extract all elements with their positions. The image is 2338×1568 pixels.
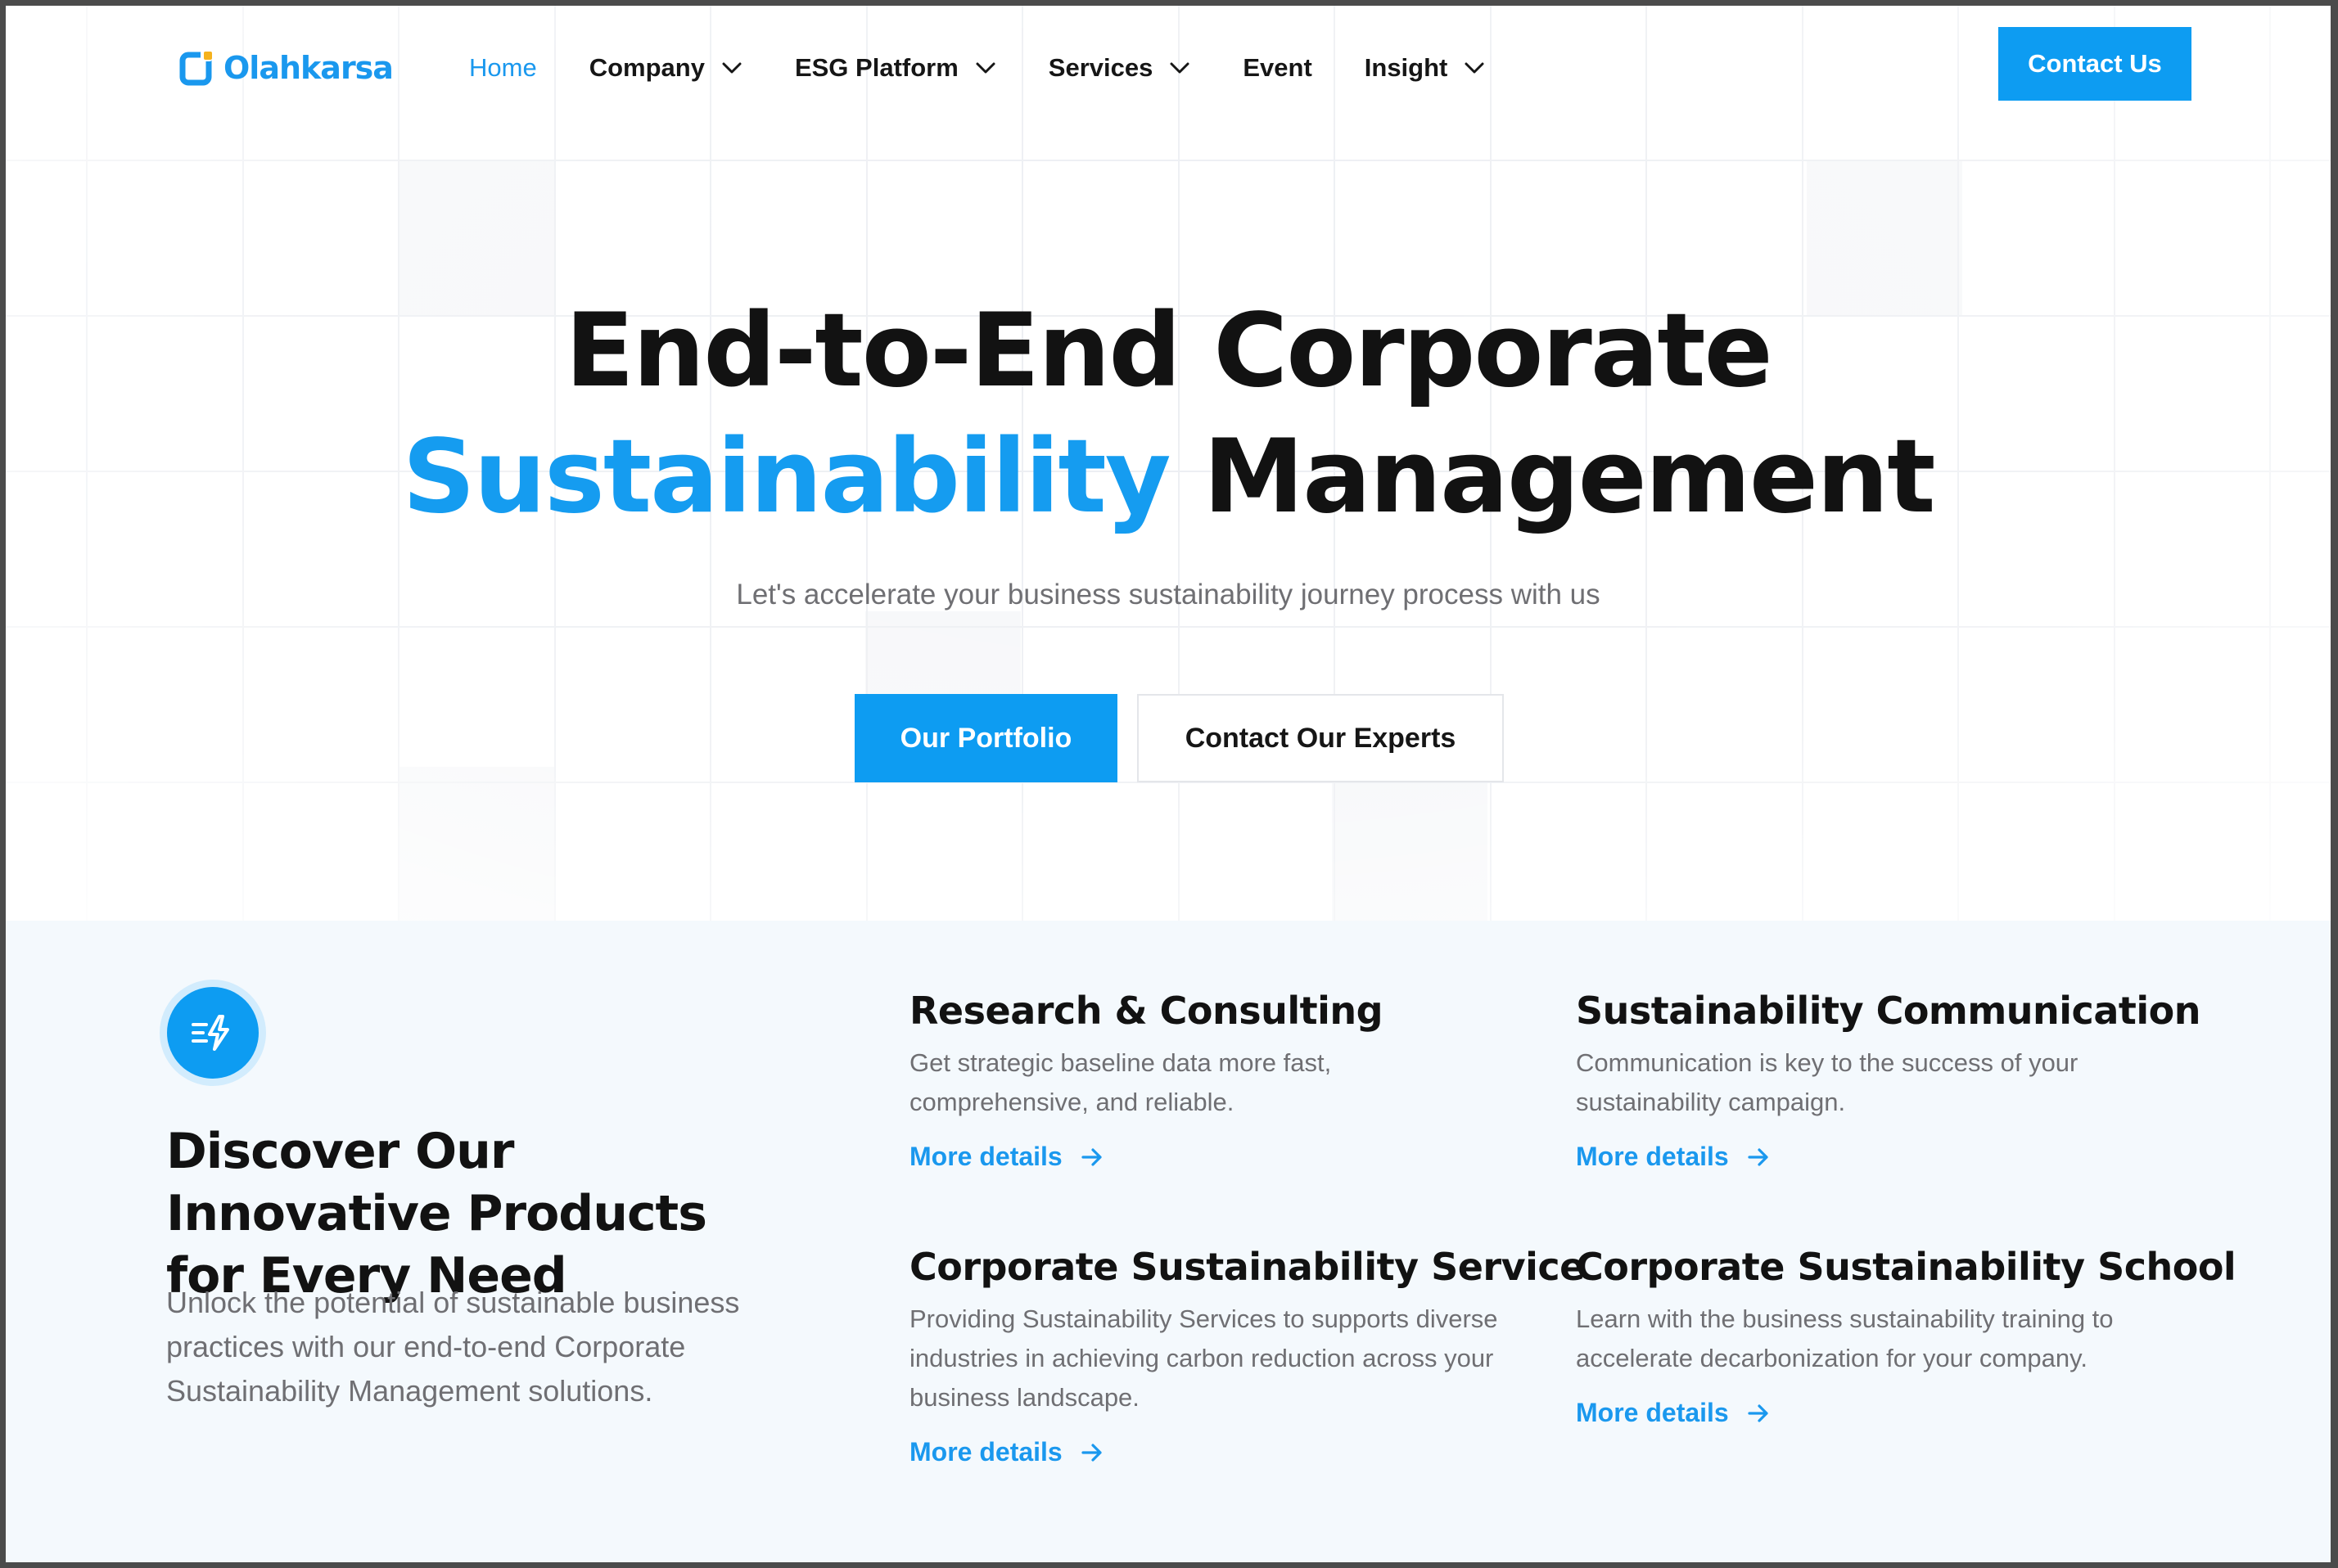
product-card-research-consulting: Research & Consulting Get strategic base… xyxy=(909,986,1532,1172)
nav-item-label: Company xyxy=(589,53,705,82)
top-navbar: Olahkarsa Home Company ESG Platform Serv… xyxy=(6,6,2331,128)
nav-item-label: Services xyxy=(1048,53,1153,82)
card-description: Communication is key to the success of y… xyxy=(1576,1048,2078,1116)
card-description: Providing Sustainability Services to sup… xyxy=(909,1304,1498,1412)
chevron-down-icon xyxy=(976,62,995,74)
more-details-label: More details xyxy=(1576,1142,1729,1171)
hero-title-line-1: End-to-End Corporate xyxy=(565,292,1773,410)
hero-section: End-to-End Corporate Sustainability Mana… xyxy=(6,6,2331,921)
lightning-speed-icon-inner xyxy=(167,987,259,1079)
logo[interactable]: Olahkarsa xyxy=(179,43,394,92)
products-section: Discover Our Innovative Products for Eve… xyxy=(6,921,2331,1562)
nav-item-insight[interactable]: Insight xyxy=(1365,53,1486,83)
card-title: Corporate Sustainability Service xyxy=(909,1245,1585,1289)
card-title: Sustainability Communication xyxy=(1576,989,2200,1033)
card-title: Research & Consulting xyxy=(909,989,1383,1033)
arrow-right-icon xyxy=(1748,1147,1768,1166)
hero-title-line-2: Sustainability Management xyxy=(6,413,2331,541)
card-description: Learn with the business sustainability t… xyxy=(1576,1304,2114,1372)
arrow-right-icon xyxy=(1081,1443,1102,1462)
nav-item-home[interactable]: Home xyxy=(469,53,537,83)
logo-text: Olahkarsa xyxy=(223,50,394,86)
more-details-link[interactable]: More details xyxy=(1576,1398,1770,1428)
chevron-down-icon xyxy=(1170,62,1189,74)
products-description: Unlock the potential of sustainable busi… xyxy=(166,1286,740,1408)
arrow-right-icon xyxy=(1081,1147,1102,1166)
arrow-right-icon xyxy=(1748,1404,1768,1422)
hero-title-rest: Management xyxy=(1169,418,1936,536)
products-heading: Discover Our Innovative Products for Eve… xyxy=(166,1123,707,1304)
product-card-sustainability-communication: Sustainability Communication Communicati… xyxy=(1576,986,2200,1172)
hero-subtitle: Let's accelerate your business sustainab… xyxy=(736,579,1600,611)
nav-item-company[interactable]: Company xyxy=(589,53,742,83)
nav-item-label: Insight xyxy=(1364,53,1448,82)
chevron-down-icon xyxy=(722,62,742,74)
nav-item-label: ESG Platform xyxy=(794,53,959,82)
more-details-label: More details xyxy=(909,1437,1063,1467)
logo-mark-icon xyxy=(179,48,219,88)
product-card-corporate-sustainability-service: Corporate Sustainability Service Providi… xyxy=(909,1242,1585,1467)
browser-viewport: End-to-End Corporate Sustainability Mana… xyxy=(6,6,2331,1562)
more-details-label: More details xyxy=(1576,1398,1729,1427)
contact-our-experts-button[interactable]: Contact Our Experts xyxy=(1137,694,1504,782)
hero-title-accent: Sustainability xyxy=(402,418,1171,536)
more-details-label: More details xyxy=(909,1142,1063,1171)
lightning-speed-icon xyxy=(160,980,266,1086)
chevron-down-icon xyxy=(1465,62,1484,74)
nav-item-label: Event xyxy=(1243,53,1312,82)
more-details-link[interactable]: More details xyxy=(909,1437,1104,1467)
nav-item-label: Home xyxy=(469,53,537,82)
contact-us-button[interactable]: Contact Us xyxy=(1998,27,2191,101)
nav-item-event[interactable]: Event xyxy=(1243,53,1311,83)
nav-item-services[interactable]: Services xyxy=(1049,53,1191,83)
more-details-link[interactable]: More details xyxy=(1576,1142,1770,1172)
product-card-corporate-sustainability-school: Corporate Sustainability School Learn wi… xyxy=(1576,1242,2236,1428)
nav-item-esg-platform[interactable]: ESG Platform xyxy=(795,53,996,83)
card-title: Corporate Sustainability School xyxy=(1576,1245,2236,1289)
main-nav: Home Company ESG Platform Services Event… xyxy=(469,48,1537,88)
card-description: Get strategic baseline data more fast, c… xyxy=(909,1048,1332,1116)
more-details-link[interactable]: More details xyxy=(909,1142,1104,1172)
our-portfolio-button[interactable]: Our Portfolio xyxy=(855,694,1117,782)
